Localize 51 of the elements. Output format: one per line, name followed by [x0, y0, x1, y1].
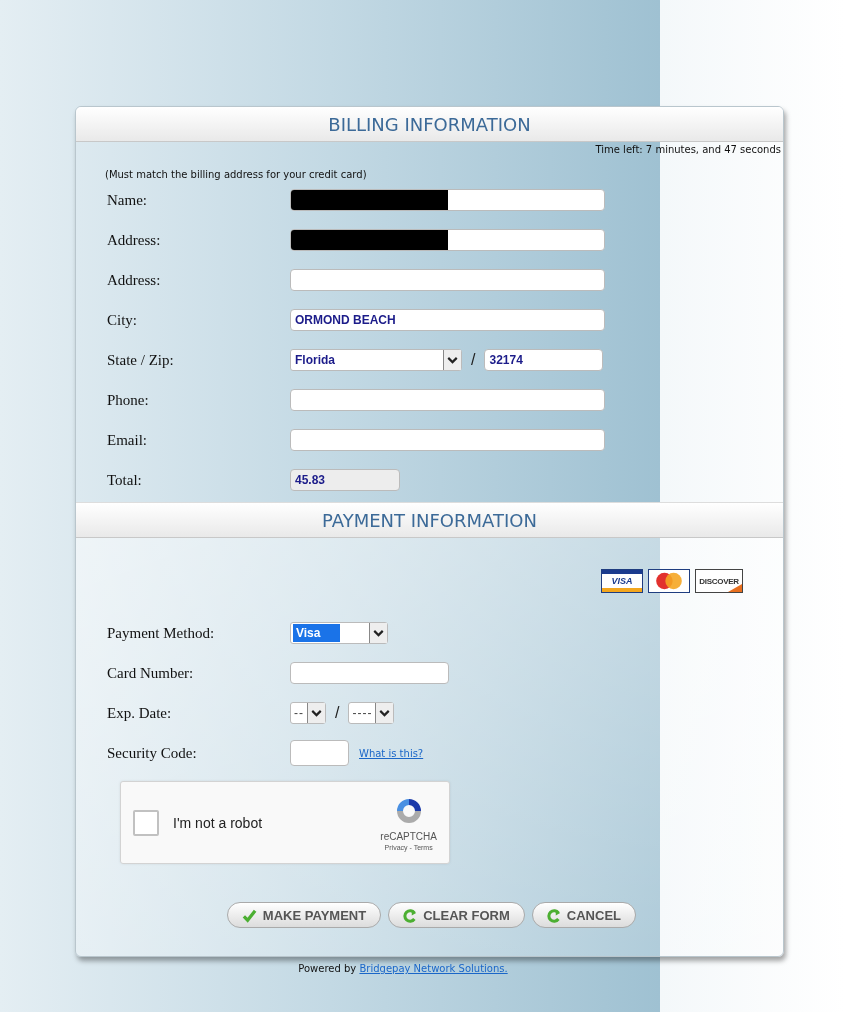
form-button[interactable]: MAKE PAYMENT	[226, 902, 382, 928]
visa-card-logo: VISA	[601, 569, 643, 593]
year-select[interactable]: ----	[348, 702, 395, 724]
form-button[interactable]: CANCEL	[531, 902, 636, 928]
input-field[interactable]	[290, 429, 605, 451]
form-button[interactable]: CLEAR FORM	[388, 902, 525, 928]
help-link[interactable]: What is this?	[359, 747, 424, 759]
input-field[interactable]	[290, 189, 605, 211]
field-label: City:	[107, 311, 138, 329]
section-title: BILLING INFORMATION	[328, 113, 531, 135]
field-label: Exp. Date:	[107, 704, 173, 722]
field-label: Total:	[107, 471, 143, 489]
input-field[interactable]	[290, 269, 605, 291]
month-select[interactable]: --	[290, 702, 326, 724]
time-left-text: Time left: 7 minutes, and 47 seconds	[595, 144, 781, 155]
refresh-icon	[546, 907, 561, 923]
field-label: Name:	[107, 191, 148, 209]
caret-icon	[307, 703, 325, 723]
captcha-label: I'm not a robot	[173, 814, 264, 831]
payment-method-select[interactable]: Visa	[290, 622, 388, 644]
footer-text: Powered by	[298, 963, 357, 974]
input-field[interactable]: ORMOND BEACH	[290, 309, 605, 331]
total-field: 45.83	[290, 469, 400, 491]
check-icon	[241, 907, 257, 923]
field-label: Phone:	[107, 391, 150, 409]
caret-icon	[369, 623, 387, 643]
field-label: State / Zip:	[107, 351, 175, 369]
state-select[interactable]: Florida	[290, 349, 462, 371]
card-number-field[interactable]	[290, 662, 449, 684]
separator-text: /	[471, 351, 476, 369]
company-link[interactable]: Bridgepay Network Solutions.	[359, 963, 508, 974]
caret-icon	[375, 703, 394, 723]
security-code-field[interactable]	[290, 740, 349, 766]
refresh-icon	[403, 907, 418, 923]
captcha-checkbox[interactable]	[133, 809, 159, 836]
mastercard-logo-icon	[648, 569, 690, 593]
field-label: Security Code:	[107, 744, 198, 762]
field-label: Card Number:	[107, 664, 195, 682]
input-field[interactable]	[290, 229, 605, 251]
field-label: Address:	[107, 271, 162, 289]
zip-field[interactable]: 32174	[484, 349, 604, 371]
section-title: PAYMENT INFORMATION	[322, 509, 537, 531]
caret-icon	[443, 350, 461, 370]
billing-note: (Must match the billing address for your credit card)	[105, 169, 368, 180]
separator-text: /	[335, 704, 340, 722]
captcha-brand: reCAPTCHA	[380, 830, 437, 842]
input-field[interactable]	[290, 389, 605, 411]
field-label: Email:	[107, 431, 148, 449]
field-label: Address:	[107, 231, 162, 249]
field-label: Payment Method:	[107, 624, 216, 642]
discover-card-logo: DISCOVER	[695, 569, 743, 593]
